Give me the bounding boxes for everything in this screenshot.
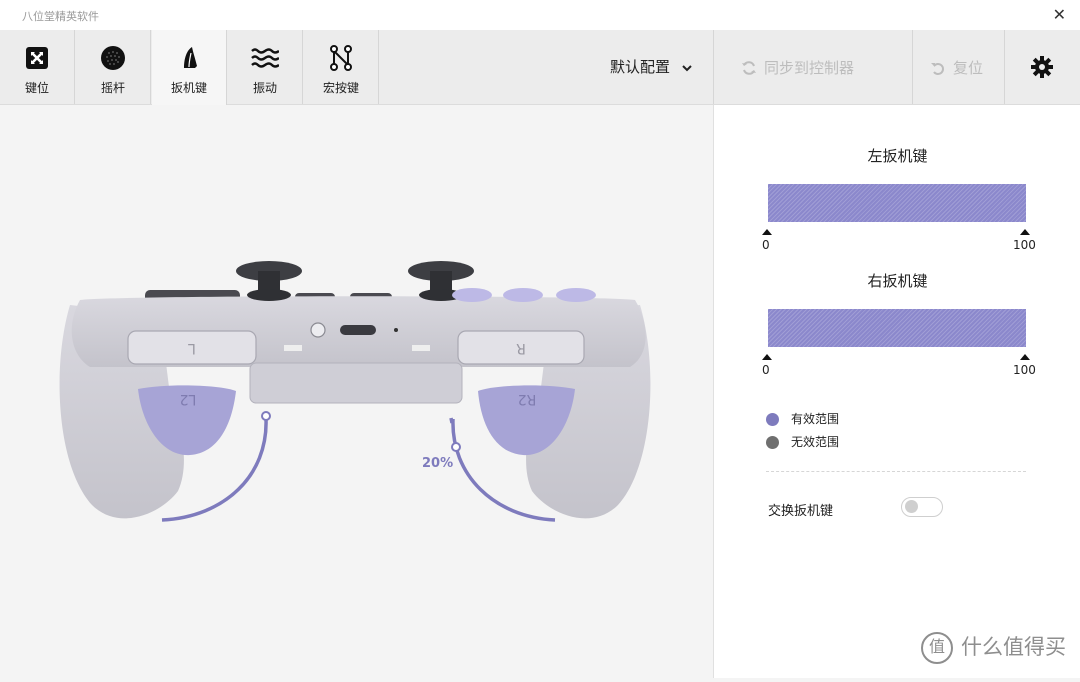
- tab-label: 键位: [24, 81, 49, 95]
- controller-view: L R L2 R2 20%: [0, 105, 713, 678]
- legend-invalid-label: 无效范围: [791, 435, 840, 449]
- trigger-icon: [184, 47, 197, 68]
- tab-joystick[interactable]: 摇杆: [76, 30, 151, 104]
- legend-valid-label: 有效范围: [791, 412, 840, 426]
- profile-label: 默认配置: [610, 58, 671, 76]
- trigger-settings-panel: 左扳机键 0 100 右扳机键 0 100 有效范围 无效范围 交换扳机键 值什…: [713, 105, 1080, 678]
- tab-label: 振动: [252, 81, 277, 95]
- joystick-icon: [101, 46, 125, 70]
- svg-text:L2: L2: [180, 391, 197, 407]
- vibration-icon: [251, 48, 279, 68]
- left-trigger-min-handle[interactable]: [762, 229, 772, 235]
- right-trigger-min-handle[interactable]: [762, 354, 772, 360]
- left-trigger-range-bar[interactable]: [768, 184, 1026, 222]
- left-trigger-max-label: 100: [1013, 238, 1036, 252]
- face-button: [556, 288, 596, 302]
- button-mapping-icon: [26, 47, 48, 69]
- title-bar: 八位堂精英软件 ✕: [0, 0, 1080, 31]
- macro-icon: [330, 45, 352, 71]
- right-trigger-range-bar[interactable]: [768, 309, 1026, 347]
- window-title: 八位堂精英软件: [22, 10, 99, 23]
- sync-icon: [742, 61, 756, 75]
- sync-to-controller-button[interactable]: 同步到控制器: [713, 30, 913, 104]
- tab-vibration[interactable]: 振动: [228, 30, 303, 104]
- tab-label: 宏按键: [322, 81, 359, 95]
- svg-text:L: L: [188, 340, 196, 356]
- right-trigger-title: 右扳机键: [867, 272, 928, 290]
- toggle-knob: [905, 500, 918, 513]
- gear-icon: [1031, 56, 1053, 78]
- toolbar: 键位 摇杆 扳机键 振动 宏按键 默认配置 同步到控制器 复位: [0, 30, 1080, 105]
- valid-dot-icon: [766, 413, 779, 426]
- tab-trigger[interactable]: 扳机键: [152, 30, 227, 105]
- svg-text:R2: R2: [518, 391, 537, 407]
- face-button: [503, 288, 543, 302]
- swap-triggers-toggle[interactable]: [901, 497, 943, 517]
- divider: [766, 471, 1026, 472]
- reset-button[interactable]: 复位: [913, 30, 1005, 104]
- right-trigger-handle: [451, 442, 461, 452]
- watermark: 值什么值得买: [921, 631, 1066, 664]
- profile-dropdown[interactable]: 默认配置: [610, 56, 693, 77]
- chevron-down-icon: [682, 64, 692, 71]
- right-trigger-max-handle[interactable]: [1020, 354, 1030, 360]
- legend-invalid: 无效范围: [766, 433, 839, 450]
- left-trigger-min-label: 0: [762, 238, 770, 252]
- left-trigger-title: 左扳机键: [867, 147, 928, 165]
- watermark-text: 什么值得买: [961, 635, 1066, 659]
- tab-button-mapping[interactable]: 键位: [0, 30, 75, 104]
- invalid-dot-icon: [766, 436, 779, 449]
- right-trigger-min-label: 0: [762, 363, 770, 377]
- swap-triggers-label: 交换扳机键: [768, 504, 834, 519]
- tab-label: 扳机键: [170, 81, 207, 95]
- face-button: [452, 288, 492, 302]
- legend-valid: 有效范围: [766, 410, 839, 427]
- tab-macro[interactable]: 宏按键: [304, 30, 379, 104]
- controller-illustration: L R L2 R2: [59, 261, 651, 522]
- close-icon[interactable]: ✕: [1053, 5, 1066, 24]
- sync-label: 同步到控制器: [764, 59, 855, 77]
- left-trigger-max-handle[interactable]: [1020, 229, 1030, 235]
- tab-label: 摇杆: [100, 81, 125, 95]
- right-trigger-max-label: 100: [1013, 363, 1036, 377]
- undo-icon: [931, 63, 944, 75]
- svg-text:R: R: [516, 340, 526, 356]
- watermark-badge: 值: [921, 632, 953, 664]
- reset-label: 复位: [953, 59, 984, 77]
- settings-button[interactable]: [1005, 30, 1080, 104]
- left-trigger-handle: [261, 411, 271, 421]
- trigger-percent-label: 20%: [422, 456, 454, 471]
